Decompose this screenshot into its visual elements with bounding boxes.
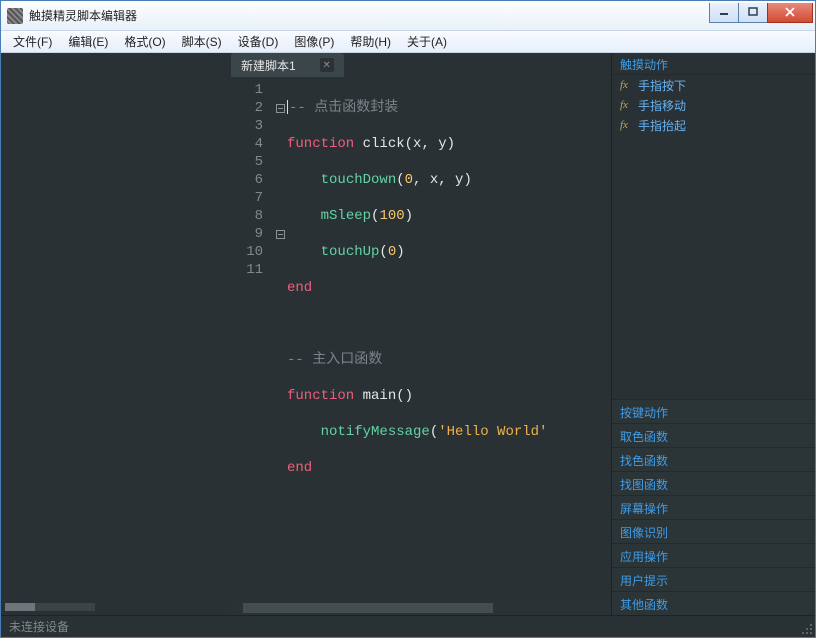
cat-key[interactable]: 按键动作 bbox=[612, 399, 815, 423]
cat-other[interactable]: 其他函数 bbox=[612, 591, 815, 615]
right-panel: 触摸动作 fx手指按下 fx手指移动 fx手指抬起 按键动作 取色函数 找色函数… bbox=[611, 53, 815, 615]
menu-help[interactable]: 帮助(H) bbox=[342, 31, 399, 52]
status-text: 未连接设备 bbox=[9, 618, 69, 635]
fx-icon: fx bbox=[620, 99, 632, 111]
panel-item-touchup[interactable]: fx手指抬起 bbox=[612, 115, 815, 135]
panel-header-touch[interactable]: 触摸动作 bbox=[612, 53, 815, 75]
app-icon bbox=[7, 8, 23, 24]
editor-area: 新建脚本1 ✕ 1 2 3 4 5 6 7 8 9 10 11 bbox=[229, 53, 611, 615]
window-title: 触摸精灵脚本编辑器 bbox=[29, 7, 710, 24]
tab-close-icon[interactable]: ✕ bbox=[320, 58, 334, 72]
code-editor[interactable]: 1 2 3 4 5 6 7 8 9 10 11 bbox=[229, 77, 611, 601]
panel-item-touchmove[interactable]: fx手指移动 bbox=[612, 95, 815, 115]
fx-icon: fx bbox=[620, 79, 632, 91]
minimize-button[interactable] bbox=[709, 3, 739, 23]
menu-script[interactable]: 脚本(S) bbox=[174, 31, 230, 52]
fold-icon[interactable] bbox=[276, 104, 285, 113]
panel-list: fx手指按下 fx手指移动 fx手指抬起 bbox=[612, 75, 815, 135]
titlebar[interactable]: 触摸精灵脚本编辑器 bbox=[1, 1, 815, 31]
tab-active[interactable]: 新建脚本1 ✕ bbox=[231, 53, 344, 77]
menu-about[interactable]: 关于(A) bbox=[399, 31, 455, 52]
cat-findimg[interactable]: 找图函数 bbox=[612, 471, 815, 495]
category-list: 按键动作 取色函数 找色函数 找图函数 屏幕操作 图像识别 应用操作 用户提示 … bbox=[612, 399, 815, 615]
line-gutter: 1 2 3 4 5 6 7 8 9 10 11 bbox=[229, 77, 273, 601]
app-window: 触摸精灵脚本编辑器 文件(F) 编辑(E) 格式(O) 脚本(S) 设备(D) … bbox=[0, 0, 816, 638]
menubar: 文件(F) 编辑(E) 格式(O) 脚本(S) 设备(D) 图像(P) 帮助(H… bbox=[1, 31, 815, 53]
cat-app[interactable]: 应用操作 bbox=[612, 543, 815, 567]
fold-icon[interactable] bbox=[276, 230, 285, 239]
resize-grip[interactable] bbox=[800, 622, 812, 634]
menu-edit[interactable]: 编辑(E) bbox=[60, 31, 116, 52]
cat-ocr[interactable]: 图像识别 bbox=[612, 519, 815, 543]
fold-column bbox=[273, 77, 287, 601]
statusbar: 未连接设备 bbox=[1, 615, 815, 637]
maximize-button[interactable] bbox=[738, 3, 768, 23]
cat-screen[interactable]: 屏幕操作 bbox=[612, 495, 815, 519]
client-area: 新建脚本1 ✕ 1 2 3 4 5 6 7 8 9 10 11 bbox=[1, 53, 815, 615]
fx-icon: fx bbox=[620, 119, 632, 131]
code-content[interactable]: -- 点击函数封装 function click(x, y) touchDown… bbox=[287, 77, 611, 601]
menu-format[interactable]: 格式(O) bbox=[116, 31, 173, 52]
tabbar: 新建脚本1 ✕ bbox=[229, 53, 611, 77]
menu-file[interactable]: 文件(F) bbox=[5, 31, 60, 52]
cat-prompt[interactable]: 用户提示 bbox=[612, 567, 815, 591]
left-scrollbar-thumb[interactable] bbox=[5, 603, 35, 611]
editor-scrollbar-thumb[interactable] bbox=[243, 603, 493, 613]
panel-spacer bbox=[612, 135, 815, 399]
menu-image[interactable]: 图像(P) bbox=[286, 31, 342, 52]
cat-findcolor[interactable]: 找色函数 bbox=[612, 447, 815, 471]
window-buttons bbox=[710, 3, 813, 23]
close-button[interactable] bbox=[767, 3, 813, 23]
panel-item-touchdown[interactable]: fx手指按下 bbox=[612, 75, 815, 95]
tab-title: 新建脚本1 bbox=[241, 57, 296, 74]
left-scrollbar[interactable] bbox=[5, 603, 95, 611]
editor-h-scrollbar[interactable] bbox=[229, 601, 611, 615]
cat-getcolor[interactable]: 取色函数 bbox=[612, 423, 815, 447]
menu-device[interactable]: 设备(D) bbox=[230, 31, 287, 52]
left-panel bbox=[1, 53, 229, 615]
